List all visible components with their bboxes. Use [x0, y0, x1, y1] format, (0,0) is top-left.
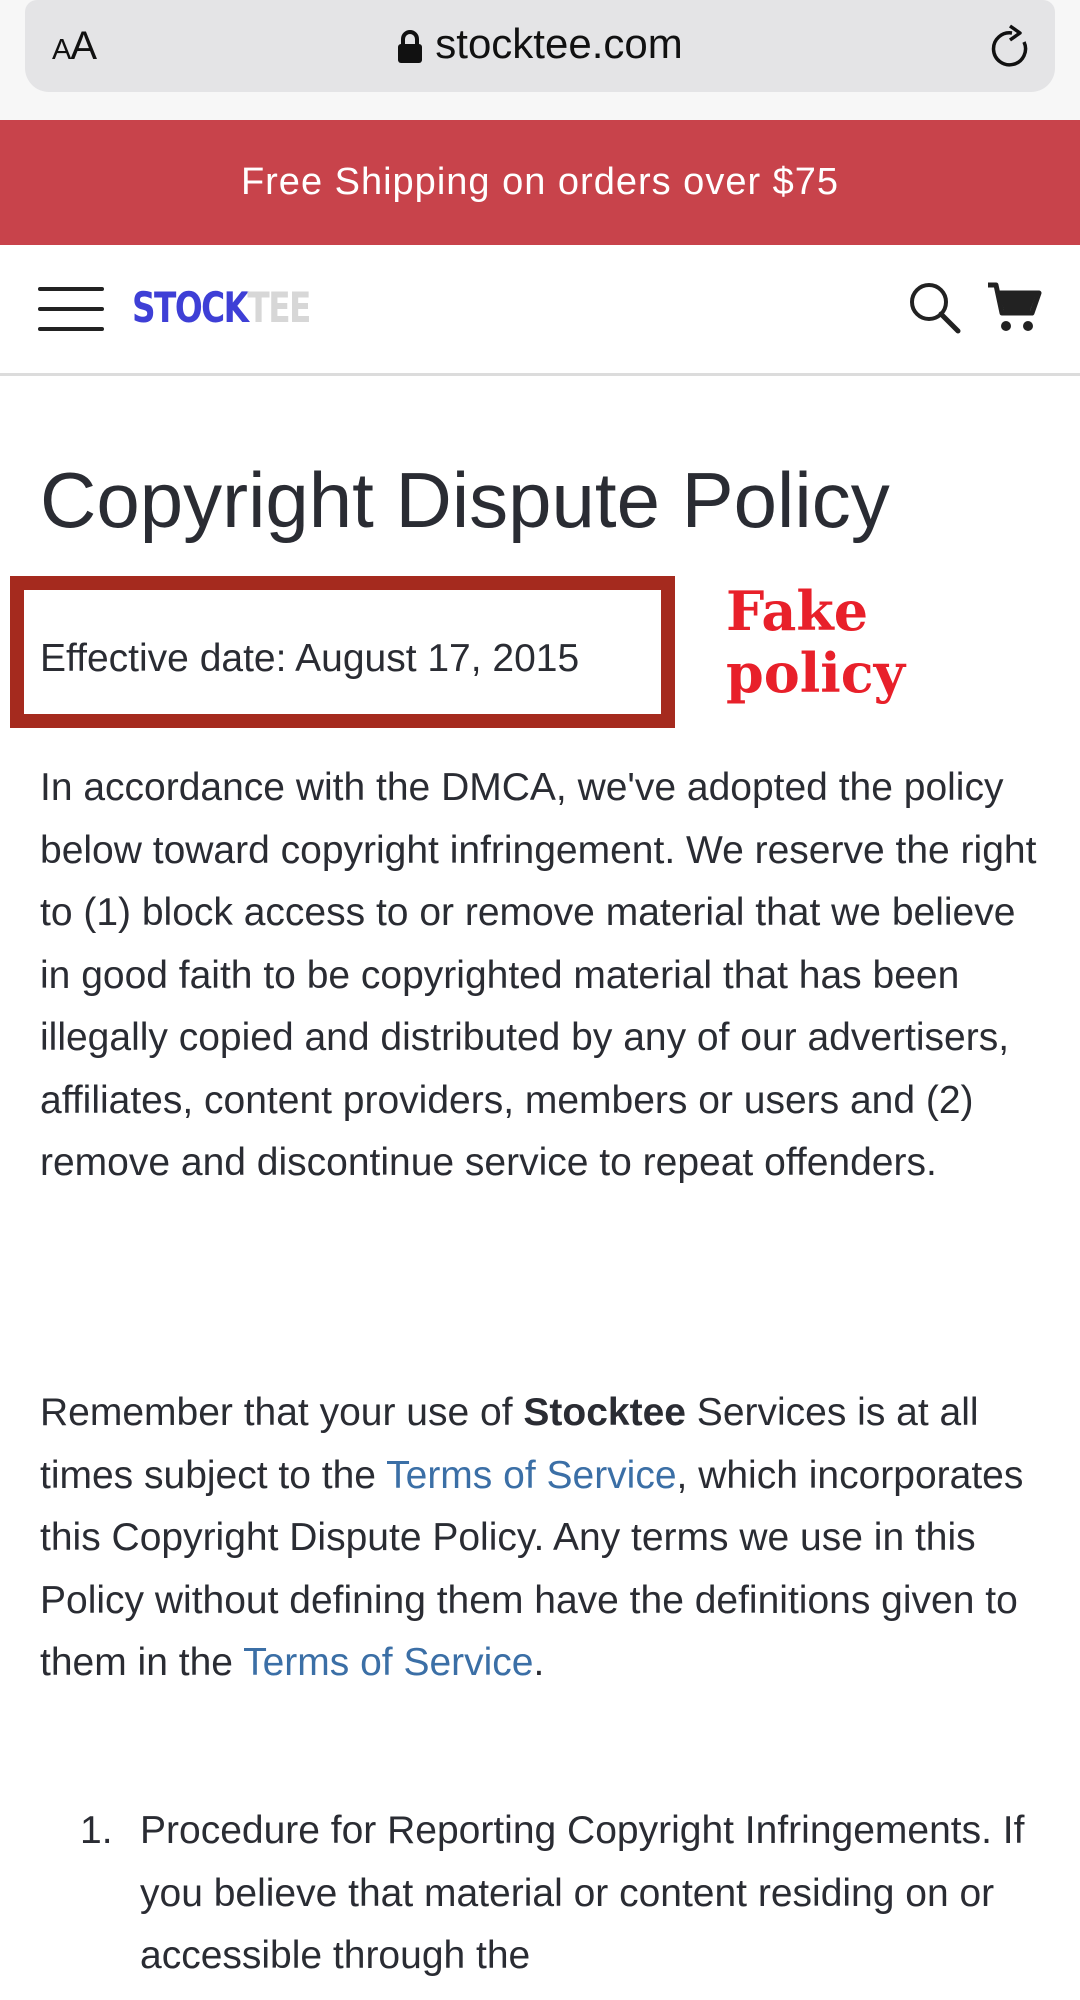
site-logo[interactable]: STOCKTEE: [132, 283, 311, 332]
promo-banner: Free Shipping on orders over $75: [0, 120, 1080, 245]
annotation-line-1: Fake: [726, 579, 869, 643]
logo-part-stock: STOCK: [132, 283, 249, 332]
cart-icon[interactable]: [986, 281, 1042, 335]
policy-paragraph-1: In accordance with the DMCA, we've adopt…: [40, 766, 1037, 1184]
promo-text: Free Shipping on orders over $75: [240, 161, 840, 203]
list-item-text: Procedure for Reporting Copyright Infrin…: [140, 1809, 1025, 1977]
annotation-line-2: policy: [726, 641, 906, 705]
browser-address-bar: AA stocktee.com: [0, 0, 1080, 120]
para2-text-a: Remember that your use of: [40, 1391, 524, 1434]
policy-paragraph-2: Remember that your use of Stocktee Servi…: [40, 1382, 1050, 1695]
terms-of-service-link[interactable]: Terms of Service: [386, 1454, 676, 1497]
effective-date: Effective date: August 17, 2015: [40, 637, 580, 680]
page-title: Copyright Dispute Policy: [40, 456, 890, 544]
site-header: STOCKTEE: [0, 245, 1080, 376]
url-display[interactable]: stocktee.com: [0, 20, 1080, 68]
url-text: stocktee.com: [435, 20, 683, 67]
reload-icon[interactable]: [988, 24, 1034, 72]
hamburger-icon[interactable]: [38, 287, 104, 333]
terms-of-service-link-2[interactable]: Terms of Service: [243, 1641, 533, 1684]
para2-text-d: .: [533, 1641, 545, 1684]
list-item-number: 1.: [80, 1809, 113, 1852]
fake-policy-annotation: Fake policy: [726, 580, 1026, 704]
search-icon[interactable]: [908, 281, 962, 335]
logo-part-tee: TEE: [247, 283, 311, 332]
para2-brand: Stocktee: [523, 1391, 686, 1434]
lock-icon: [398, 29, 423, 63]
